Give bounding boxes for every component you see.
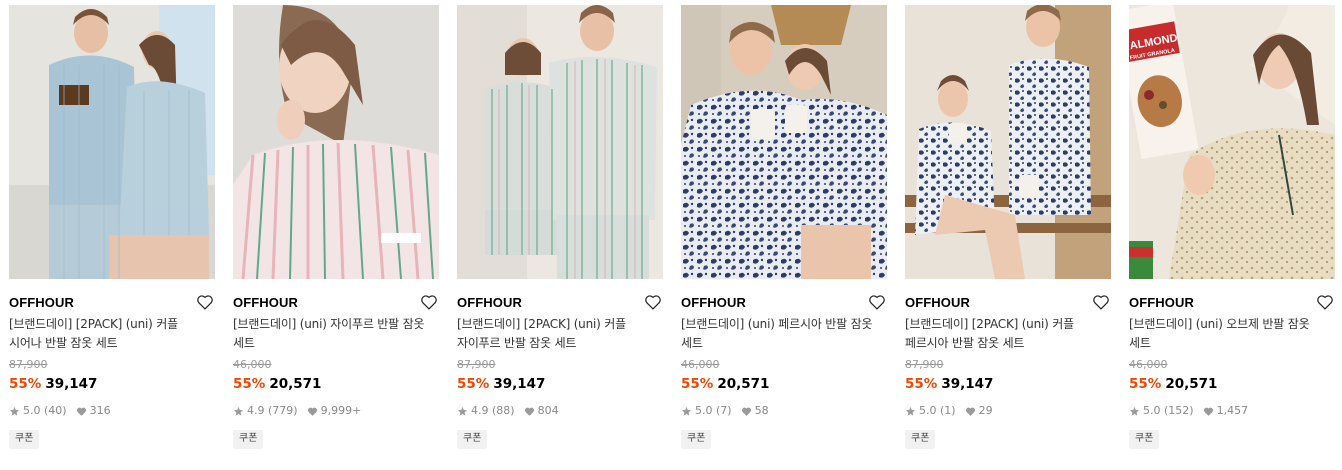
review-meta: 4.9 (88) 804 <box>457 404 663 418</box>
heart-count-icon <box>307 407 317 416</box>
heart-count-icon <box>965 407 975 416</box>
review-count: (7) <box>716 404 732 417</box>
coupon-badge: 쿠폰 <box>681 430 712 449</box>
like-count: 804 <box>537 404 559 417</box>
product-image[interactable]: ALMOND FRUIT GRANOLA <box>1129 5 1335 279</box>
sale-price: 39,147 <box>941 376 994 392</box>
like-count: 1,457 <box>1216 404 1249 417</box>
like-heart-icon[interactable] <box>195 292 215 312</box>
price-row: 55% 20,571 <box>233 375 439 393</box>
like-count: 58 <box>754 404 769 417</box>
original-price: 87,900 <box>9 358 48 371</box>
discount-rate: 55% <box>457 376 490 392</box>
like-heart-icon[interactable] <box>1091 292 1111 312</box>
original-price: 46,000 <box>681 358 720 371</box>
review-meta: 5.0 (1) 29 <box>905 404 1111 418</box>
discount-rate: 55% <box>1129 376 1162 392</box>
product-card[interactable]: OFFHOUR [브랜드데이] (uni) 페르시아 반팔 잠옷 세트 46,0… <box>681 5 887 465</box>
star-icon <box>457 406 468 416</box>
original-price: 87,900 <box>905 358 944 371</box>
product-name[interactable]: [브랜드데이] [2PACK] (uni) 커플 페르시아 반팔 잠옷 세트 <box>905 315 1111 353</box>
price-row: 55% 39,147 <box>457 375 663 393</box>
sale-price: 20,571 <box>1165 376 1218 392</box>
discount-rate: 55% <box>905 376 938 392</box>
brand-name[interactable]: OFFHOUR <box>1129 295 1194 310</box>
like-count: 9,999+ <box>320 404 362 417</box>
sale-price: 20,571 <box>717 376 770 392</box>
coupon-badge: 쿠폰 <box>9 430 40 449</box>
heart-count-icon <box>524 407 534 416</box>
brand-name[interactable]: OFFHOUR <box>457 295 522 310</box>
coupon-badge: 쿠폰 <box>1129 430 1160 449</box>
price-row: 55% 39,147 <box>9 375 215 393</box>
review-count: (88) <box>492 404 515 417</box>
price-row: 55% 20,571 <box>1129 375 1335 393</box>
product-image[interactable] <box>233 5 439 279</box>
review-meta: 5.0 (152) 1,457 <box>1129 404 1335 418</box>
product-name[interactable]: [브랜드데이] (uni) 오브제 반팔 잠옷 세트 <box>1129 315 1335 353</box>
original-price: 46,000 <box>233 358 272 371</box>
rating: 5.0 <box>919 404 937 417</box>
like-count: 316 <box>89 404 111 417</box>
review-meta: 5.0 (40) 316 <box>9 404 215 418</box>
like-count: 29 <box>978 404 993 417</box>
review-count: (779) <box>268 404 298 417</box>
product-card[interactable]: OFFHOUR [브랜드데이] [2PACK] (uni) 커플 자이푸르 반팔… <box>457 5 663 465</box>
product-card[interactable]: OFFHOUR [브랜드데이] [2PACK] (uni) 커플 시어나 반팔 … <box>9 5 215 465</box>
review-meta: 4.9 (779) 9,999+ <box>233 404 439 418</box>
product-name[interactable]: [브랜드데이] [2PACK] (uni) 커플 자이푸르 반팔 잠옷 세트 <box>457 315 663 353</box>
discount-rate: 55% <box>9 376 42 392</box>
rating: 4.9 <box>247 404 265 417</box>
original-price: 87,900 <box>457 358 496 371</box>
product-name[interactable]: [브랜드데이] (uni) 자이푸르 반팔 잠옷 세트 <box>233 315 439 353</box>
star-icon <box>233 406 244 416</box>
brand-name[interactable]: OFFHOUR <box>233 295 298 310</box>
original-price: 46,000 <box>1129 358 1168 371</box>
coupon-badge: 쿠폰 <box>905 430 936 449</box>
like-heart-icon[interactable] <box>643 292 663 312</box>
product-image[interactable] <box>681 5 887 279</box>
review-count: (40) <box>44 404 67 417</box>
product-image[interactable] <box>905 5 1111 279</box>
heart-count-icon <box>741 407 751 416</box>
heart-count-icon <box>76 407 86 416</box>
heart-count-icon <box>1203 407 1213 416</box>
product-card[interactable]: ALMOND FRUIT GRANOLA OFFHOUR [브랜드데이] (un… <box>1129 5 1335 465</box>
brand-name[interactable]: OFFHOUR <box>681 295 746 310</box>
star-icon <box>9 406 20 416</box>
price-row: 55% 39,147 <box>905 375 1111 393</box>
sale-price: 39,147 <box>45 376 98 392</box>
product-grid: OFFHOUR [브랜드데이] [2PACK] (uni) 커플 시어나 반팔 … <box>0 0 1342 470</box>
coupon-badge: 쿠폰 <box>233 430 264 449</box>
discount-rate: 55% <box>681 376 714 392</box>
product-name[interactable]: [브랜드데이] [2PACK] (uni) 커플 시어나 반팔 잠옷 세트 <box>9 315 215 353</box>
product-image[interactable] <box>457 5 663 279</box>
review-count: (1) <box>940 404 956 417</box>
review-meta: 5.0 (7) 58 <box>681 404 887 418</box>
star-icon <box>681 406 692 416</box>
sale-price: 39,147 <box>493 376 546 392</box>
brand-name[interactable]: OFFHOUR <box>9 295 74 310</box>
rating: 5.0 <box>23 404 41 417</box>
price-row: 55% 20,571 <box>681 375 887 393</box>
like-heart-icon[interactable] <box>867 292 887 312</box>
star-icon <box>905 406 916 416</box>
like-heart-icon[interactable] <box>1315 292 1335 312</box>
discount-rate: 55% <box>233 376 266 392</box>
rating: 5.0 <box>1143 404 1161 417</box>
like-heart-icon[interactable] <box>419 292 439 312</box>
review-count: (152) <box>1164 404 1194 417</box>
rating: 4.9 <box>471 404 489 417</box>
sale-price: 20,571 <box>269 376 322 392</box>
star-icon <box>1129 406 1140 416</box>
rating: 5.0 <box>695 404 713 417</box>
product-card[interactable]: OFFHOUR [브랜드데이] [2PACK] (uni) 커플 페르시아 반팔… <box>905 5 1111 465</box>
product-name[interactable]: [브랜드데이] (uni) 페르시아 반팔 잠옷 세트 <box>681 315 887 353</box>
product-image[interactable] <box>9 5 215 279</box>
product-card[interactable]: OFFHOUR [브랜드데이] (uni) 자이푸르 반팔 잠옷 세트 46,0… <box>233 5 439 465</box>
brand-name[interactable]: OFFHOUR <box>905 295 970 310</box>
coupon-badge: 쿠폰 <box>457 430 488 449</box>
